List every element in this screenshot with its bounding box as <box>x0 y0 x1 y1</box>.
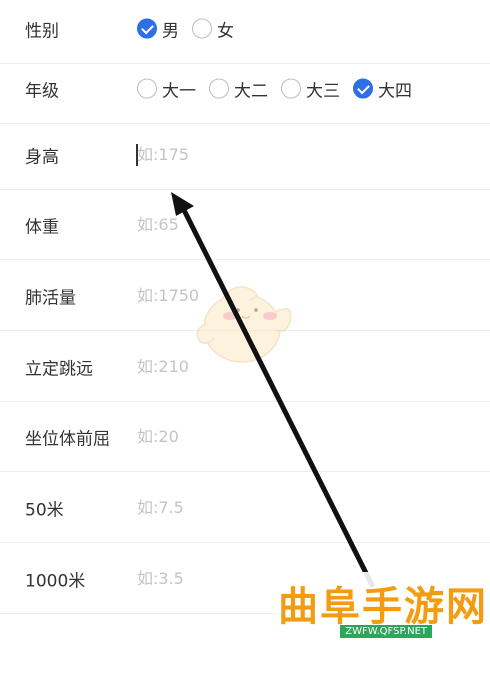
annotation-arrow <box>171 192 375 588</box>
watermark-title: 曲阜手游网 <box>278 584 488 630</box>
watermark-url: ZWFW.QFSP.NET <box>340 625 432 638</box>
site-watermark: 曲阜手游网 ZWFW.QFSP.NET <box>276 572 490 642</box>
